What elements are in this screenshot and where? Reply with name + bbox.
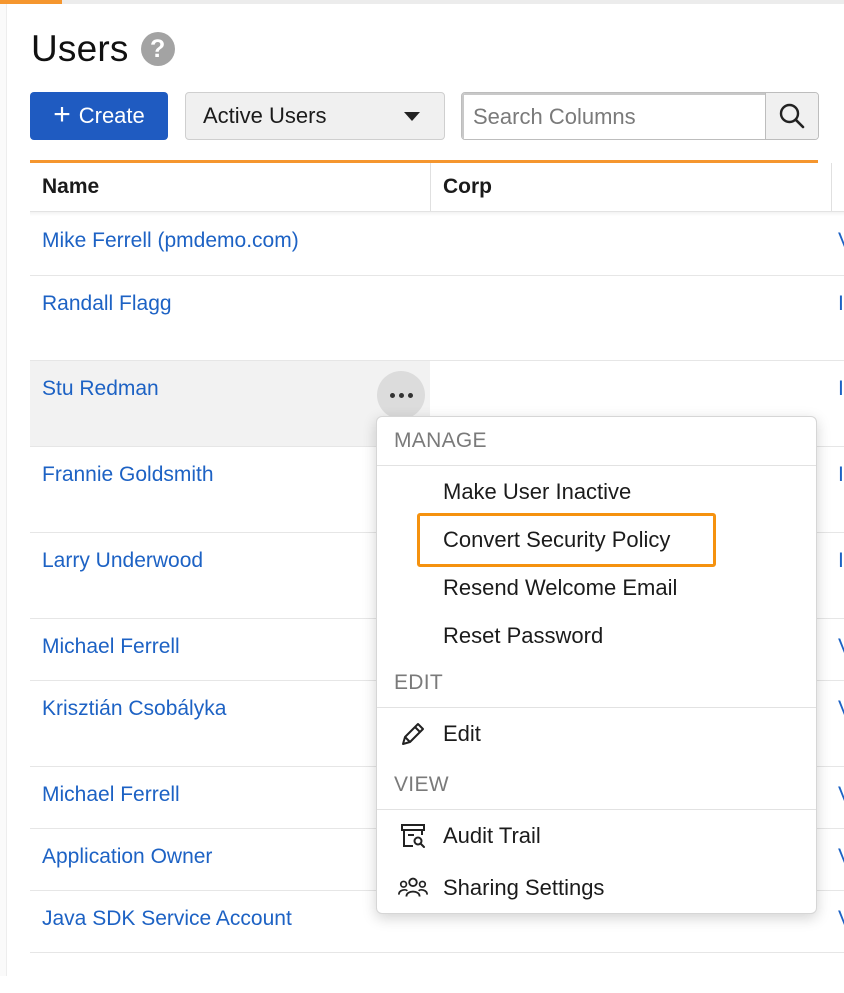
menu-section-view: VIEW xyxy=(394,773,449,796)
more-horizontal-icon xyxy=(389,392,395,398)
table-header-row: Name Corp xyxy=(30,163,844,212)
more-horizontal-icon xyxy=(398,392,404,398)
user-name-link[interactable]: Larry Underwood xyxy=(42,549,203,573)
truncated-cell: I xyxy=(838,463,844,486)
truncated-cell: I xyxy=(838,292,844,315)
truncated-cell: V xyxy=(838,783,844,807)
view-filter-selected: Active Users xyxy=(203,103,327,128)
table-row[interactable]: Mike Ferrell (pmdemo.com) V xyxy=(30,213,844,276)
menu-item-edit[interactable]: Edit xyxy=(377,712,816,756)
menu-section-edit: EDIT xyxy=(394,671,444,694)
menu-divider xyxy=(377,707,816,708)
table-row[interactable]: Randall Flagg I xyxy=(30,276,844,361)
truncated-cell: I xyxy=(838,549,844,572)
create-button[interactable]: + Create xyxy=(30,92,168,140)
menu-divider xyxy=(377,465,816,466)
truncated-cell: V xyxy=(838,697,844,721)
column-divider[interactable] xyxy=(831,163,832,211)
user-name-link[interactable]: Java SDK Service Account xyxy=(42,907,292,931)
search-icon xyxy=(779,103,805,129)
user-name-link[interactable]: Mike Ferrell (pmdemo.com) xyxy=(42,229,299,253)
user-name-link[interactable]: Frannie Goldsmith xyxy=(42,463,214,487)
user-name-link[interactable]: Michael Ferrell xyxy=(42,783,180,807)
menu-item-label: Sharing Settings xyxy=(443,875,605,900)
view-filter-select[interactable]: Active Users xyxy=(185,92,445,140)
truncated-cell: V xyxy=(838,845,844,869)
menu-item-label: Audit Trail xyxy=(443,823,541,848)
menu-section-manage: MANAGE xyxy=(394,429,487,452)
create-button-label: Create xyxy=(78,103,145,128)
top-strip-accent xyxy=(0,0,62,4)
menu-item-resend-welcome-email[interactable]: Resend Welcome Email xyxy=(377,566,816,610)
column-header-corp[interactable]: Corp xyxy=(443,163,492,211)
user-name-link[interactable]: Randall Flagg xyxy=(42,292,172,316)
truncated-cell: V xyxy=(838,907,844,931)
user-name-link[interactable]: Application Owner xyxy=(42,845,212,869)
menu-item-label: Edit xyxy=(443,721,481,746)
column-header-name[interactable]: Name xyxy=(42,163,99,211)
row-hover-background xyxy=(30,361,430,446)
column-divider[interactable] xyxy=(430,163,431,211)
page-title: Users xyxy=(31,28,129,69)
left-rail xyxy=(0,4,7,976)
search-input[interactable] xyxy=(462,93,765,139)
row-actions-button[interactable] xyxy=(377,371,425,419)
plus-icon: + xyxy=(53,98,71,131)
help-icon[interactable]: ? xyxy=(140,32,175,66)
pencil-icon xyxy=(397,718,429,750)
menu-item-convert-security-policy[interactable]: Convert Security Policy xyxy=(377,518,816,562)
menu-item-label: Reset Password xyxy=(443,623,604,648)
truncated-cell: I xyxy=(838,377,844,400)
table-row-partial[interactable] xyxy=(30,953,844,993)
truncated-cell: V xyxy=(838,229,844,253)
menu-item-label: Make User Inactive xyxy=(443,479,632,504)
menu-item-audit-trail[interactable]: Audit Trail xyxy=(377,814,816,858)
people-group-icon xyxy=(397,872,429,904)
user-name-link[interactable]: Stu Redman xyxy=(42,377,159,401)
menu-item-label: Resend Welcome Email xyxy=(443,575,678,600)
user-name-link[interactable]: Krisztián Csobályka xyxy=(42,697,226,721)
audit-trail-icon xyxy=(397,820,429,852)
menu-item-reset-password[interactable]: Reset Password xyxy=(377,614,816,658)
row-actions-menu: MANAGE Make User Inactive Convert Securi… xyxy=(376,416,817,914)
menu-item-label: Convert Security Policy xyxy=(443,527,671,552)
menu-item-make-inactive[interactable]: Make User Inactive xyxy=(377,470,816,514)
search-group xyxy=(461,92,819,140)
truncated-cell: V xyxy=(838,635,844,659)
menu-item-sharing-settings[interactable]: Sharing Settings xyxy=(377,866,816,910)
more-horizontal-icon xyxy=(407,392,413,398)
caret-down-icon xyxy=(404,111,420,121)
top-strip xyxy=(0,0,844,4)
search-button[interactable] xyxy=(765,93,818,139)
page-header: Users ? xyxy=(31,28,175,70)
user-name-link[interactable]: Michael Ferrell xyxy=(42,635,180,659)
menu-divider xyxy=(377,809,816,810)
